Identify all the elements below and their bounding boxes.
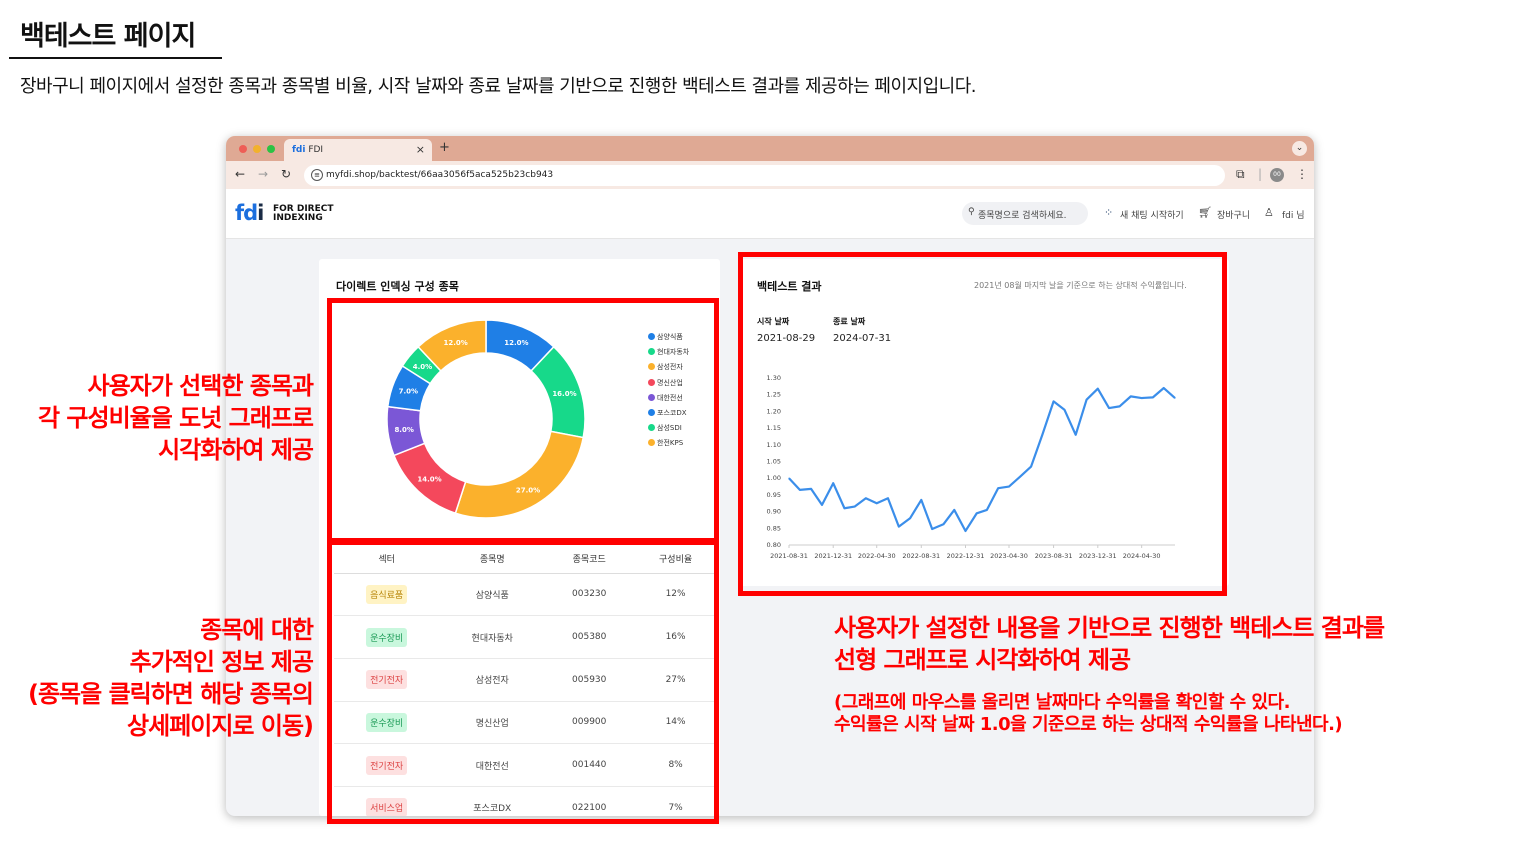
cart-icon: 🛒︎: [1198, 206, 1212, 219]
logo-mark: fd: [235, 201, 258, 225]
url-text: myfdi.shop/backtest/66aa3056f5aca525b23c…: [326, 170, 554, 180]
forward-arrow-icon[interactable]: →: [258, 167, 268, 181]
browser-menu-icon[interactable]: ⋮: [1296, 167, 1308, 181]
table-highlight-box: [327, 540, 719, 824]
user-icon: ♙: [1264, 206, 1274, 219]
tab-search-icon[interactable]: ⌄: [1292, 141, 1307, 156]
table-note-line: 종목에 대한: [200, 616, 314, 644]
donut-annotation: 사용자가 선택한 종목과 각 구성비율을 도넛 그래프로 시각화하여 제공: [37, 370, 314, 466]
new-tab-button[interactable]: +: [439, 140, 450, 155]
donut-highlight-box: [327, 298, 719, 543]
profile-avatar[interactable]: 00: [1270, 168, 1284, 182]
reload-icon[interactable]: ↻: [281, 167, 291, 181]
chart-note-line: 선형 그래프로 시각화하여 제공: [834, 646, 1131, 674]
address-bar: ← → ↻ ≡ myfdi.shop/backtest/66aa3056f5ac…: [226, 161, 1314, 189]
chart-note-line: 사용자가 설정한 내용을 기반으로 진행한 백테스트 결과를: [834, 614, 1385, 642]
table-note-line: (종목을 클릭하면 해당 종목의: [28, 680, 314, 708]
donut-note-line: 시각화하여 제공: [158, 436, 314, 464]
logo-mark-i: i: [257, 201, 264, 225]
tab-close-icon[interactable]: ×: [416, 143, 425, 156]
composition-title: 다이렉트 인덱싱 구성 종목: [336, 280, 459, 293]
donut-note-line: 각 구성비율을 도넛 그래프로: [37, 404, 314, 432]
table-note-line: 추가적인 정보 제공: [129, 648, 314, 676]
new-chat-link[interactable]: 새 채팅 시작하기: [1120, 208, 1184, 221]
chat-icon: ⁘: [1104, 206, 1114, 219]
chart-subnote-line: (그래프에 마우스를 올리면 날짜마다 수익률을 확인할 수 있다.: [834, 692, 1290, 713]
table-annotation: 종목에 대한 추가적인 정보 제공 (종목을 클릭하면 해당 종목의 상세페이지…: [28, 614, 314, 742]
minimize-window-dot[interactable]: [253, 145, 261, 153]
chart-highlight-box: [738, 252, 1227, 596]
browser-tab[interactable]: fdi FDI ×: [284, 139, 432, 161]
search-icon: ⚲: [968, 207, 975, 217]
search-placeholder: 종목명으로 검색하세요.: [978, 211, 1067, 221]
user-link[interactable]: fdi 님: [1282, 208, 1305, 221]
tab-title: FDI: [308, 145, 324, 155]
toolbar-divider: |: [1258, 167, 1263, 181]
chart-subnote-line: 수익률은 시작 날짜 1.0을 기준으로 하는 상대적 수익률을 나타낸다.): [834, 714, 1343, 735]
logo-text: FOR DIRECT INDEXING: [273, 205, 334, 223]
logo[interactable]: fdi: [235, 201, 264, 225]
search-input[interactable]: ⚲ 종목명으로 검색하세요.: [962, 202, 1088, 225]
extensions-icon[interactable]: ⧉: [1236, 167, 1245, 182]
logo-line2: INDEXING: [273, 213, 323, 223]
doc-description: 장바구니 페이지에서 설정한 종목과 종목별 비율, 시작 날짜와 종료 날짜를…: [20, 76, 977, 97]
doc-title: 백테스트 페이지: [20, 21, 196, 52]
donut-note-line: 사용자가 선택한 종목과: [87, 372, 314, 400]
url-field[interactable]: ≡ myfdi.shop/backtest/66aa3056f5aca525b2…: [304, 165, 1225, 186]
maximize-window-dot[interactable]: [267, 145, 275, 153]
cart-link[interactable]: 장바구니: [1217, 208, 1250, 221]
close-window-dot[interactable]: [239, 145, 247, 153]
back-arrow-icon[interactable]: ←: [235, 167, 245, 181]
table-note-line: 상세페이지로 이동): [127, 712, 314, 740]
tab-favicon-icon: fdi: [292, 145, 306, 155]
chart-subannotation: (그래프에 마우스를 올리면 날짜마다 수익률을 확인할 수 있다. 수익률은 …: [834, 692, 1343, 736]
tab-bar: fdi FDI × + ⌄: [226, 136, 1314, 161]
chart-annotation: 사용자가 설정한 내용을 기반으로 진행한 백테스트 결과를 선형 그래프로 시…: [834, 612, 1385, 676]
title-underline: [9, 57, 222, 59]
site-info-icon[interactable]: ≡: [311, 169, 323, 181]
site-header: fdi FOR DIRECT INDEXING ⚲ 종목명으로 검색하세요. ⁘…: [226, 189, 1314, 239]
